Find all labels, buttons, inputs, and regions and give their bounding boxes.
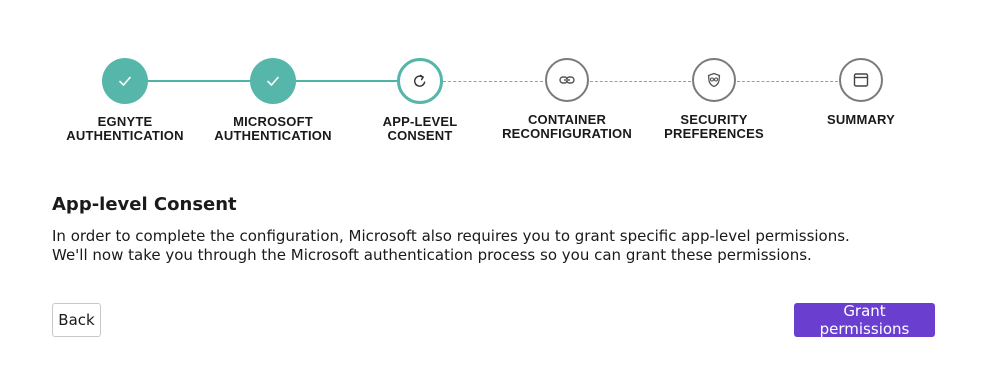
checkmark-icon — [117, 73, 133, 89]
step-egnyte-authentication: EGNYTE AUTHENTICATION — [50, 58, 200, 143]
step-security-preferences: SECURITY PREFERENCES — [639, 58, 789, 141]
progress-stepper: EGNYTE AUTHENTICATION MICROSOFT AUTHENTI… — [0, 0, 992, 160]
window-icon — [852, 71, 870, 89]
step-label-line: SECURITY — [680, 112, 748, 127]
step-app-level-consent: APP-LEVEL CONSENT — [345, 58, 495, 143]
step-label-line: APP-LEVEL — [382, 114, 458, 129]
step-label: MICROSOFT AUTHENTICATION — [198, 115, 348, 143]
step-label-line: RECONFIGURATION — [502, 126, 632, 141]
step-microsoft-authentication: MICROSOFT AUTHENTICATION — [198, 58, 348, 143]
description-line: In order to complete the configuration, … — [52, 227, 850, 245]
back-button[interactable]: Back — [52, 303, 101, 337]
refresh-icon — [411, 72, 429, 90]
step-label-line: MICROSOFT — [233, 114, 313, 129]
section-description: In order to complete the configuration, … — [52, 227, 952, 265]
step-label: APP-LEVEL CONSENT — [345, 115, 495, 143]
shield-icon — [705, 71, 723, 89]
step-label-line: EGNYTE — [97, 114, 153, 129]
step-label-line: PREFERENCES — [664, 126, 764, 141]
step-label: SUMMARY — [786, 113, 936, 127]
step-indicator-pending — [692, 58, 736, 102]
step-indicator-pending — [839, 58, 883, 102]
description-line: We'll now take you through the Microsoft… — [52, 246, 812, 264]
step-label-line: CONSENT — [387, 128, 453, 143]
step-label: SECURITY PREFERENCES — [639, 113, 789, 141]
step-indicator-pending — [545, 58, 589, 102]
step-label-line: AUTHENTICATION — [66, 128, 184, 143]
step-label: EGNYTE AUTHENTICATION — [50, 115, 200, 143]
section-title: App-level Consent — [52, 194, 237, 215]
step-summary: SUMMARY — [786, 58, 936, 127]
checkmark-icon — [265, 73, 281, 89]
step-indicator-completed — [102, 58, 148, 104]
step-container-reconfiguration: CONTAINER RECONFIGURATION — [492, 58, 642, 141]
step-label-line: CONTAINER — [527, 112, 607, 127]
step-indicator-completed — [250, 58, 296, 104]
step-label: CONTAINER RECONFIGURATION — [492, 113, 642, 141]
step-indicator-current — [397, 58, 443, 104]
step-label-line: SUMMARY — [826, 112, 896, 127]
link-icon — [558, 71, 576, 89]
grant-permissions-button[interactable]: Grant permissions — [794, 302, 935, 338]
step-label-line: AUTHENTICATION — [214, 128, 332, 143]
